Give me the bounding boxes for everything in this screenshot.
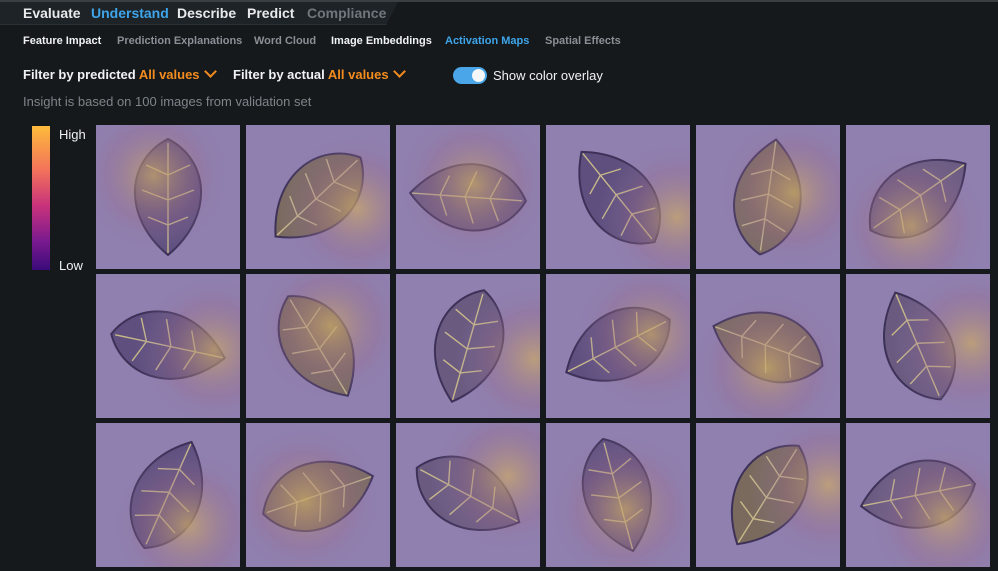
activation-legend-bar [32,126,50,270]
leaf-image[interactable] [96,125,240,269]
tab-compliance[interactable]: Compliance [307,5,386,21]
leaf-image[interactable] [846,125,990,269]
leaf-image[interactable] [696,125,840,269]
filter-actual-value[interactable]: All values [328,67,389,82]
leaf-image[interactable] [546,423,690,567]
tab-understand[interactable]: Understand [91,5,169,21]
color-overlay-toggle[interactable] [453,67,487,84]
tab-predict[interactable]: Predict [247,5,294,21]
leaf-image[interactable] [846,423,990,567]
insight-text: Insight is based on 100 images from vali… [23,94,312,109]
subtab-image-embeddings[interactable]: Image Embeddings [331,35,432,47]
top-border [0,0,998,2]
leaf-image[interactable] [246,423,390,567]
leaf-image[interactable] [396,125,540,269]
chevron-down-icon[interactable] [392,65,406,78]
leaf-image[interactable] [546,274,690,418]
filter-predicted[interactable]: Filter by predicted All values [23,65,217,82]
leaf-image[interactable] [696,423,840,567]
filter-actual-label: Filter by actual [233,67,325,82]
leaf-image[interactable] [96,274,240,418]
leaf-image[interactable] [546,125,690,269]
subtab-feature-impact[interactable]: Feature Impact [23,35,101,47]
subtab-activation-maps[interactable]: Activation Maps [445,35,529,47]
subtab-spatial-effects[interactable]: Spatial Effects [545,35,621,47]
leaf-image[interactable] [246,274,390,418]
leaf-image[interactable] [846,274,990,418]
leaf-image[interactable] [396,423,540,567]
toggle-knob [472,69,485,82]
filter-predicted-value[interactable]: All values [139,67,200,82]
main-tab-bar: Evaluate Understand Describe Predict Com… [0,2,398,25]
leaf-image[interactable] [246,125,390,269]
leaf-image[interactable] [396,274,540,418]
chevron-down-icon[interactable] [203,65,217,78]
color-overlay-label: Show color overlay [493,68,603,83]
legend-high-label: High [59,127,86,142]
subtab-word-cloud[interactable]: Word Cloud [254,35,316,47]
leaf-image[interactable] [696,274,840,418]
legend-low-label: Low [59,258,83,273]
subtab-prediction-explanations[interactable]: Prediction Explanations [117,35,242,47]
leaf-image[interactable] [96,423,240,567]
filter-actual[interactable]: Filter by actual All values [233,65,406,82]
tab-describe[interactable]: Describe [177,5,236,21]
filter-predicted-label: Filter by predicted [23,67,136,82]
tab-evaluate[interactable]: Evaluate [23,5,81,21]
